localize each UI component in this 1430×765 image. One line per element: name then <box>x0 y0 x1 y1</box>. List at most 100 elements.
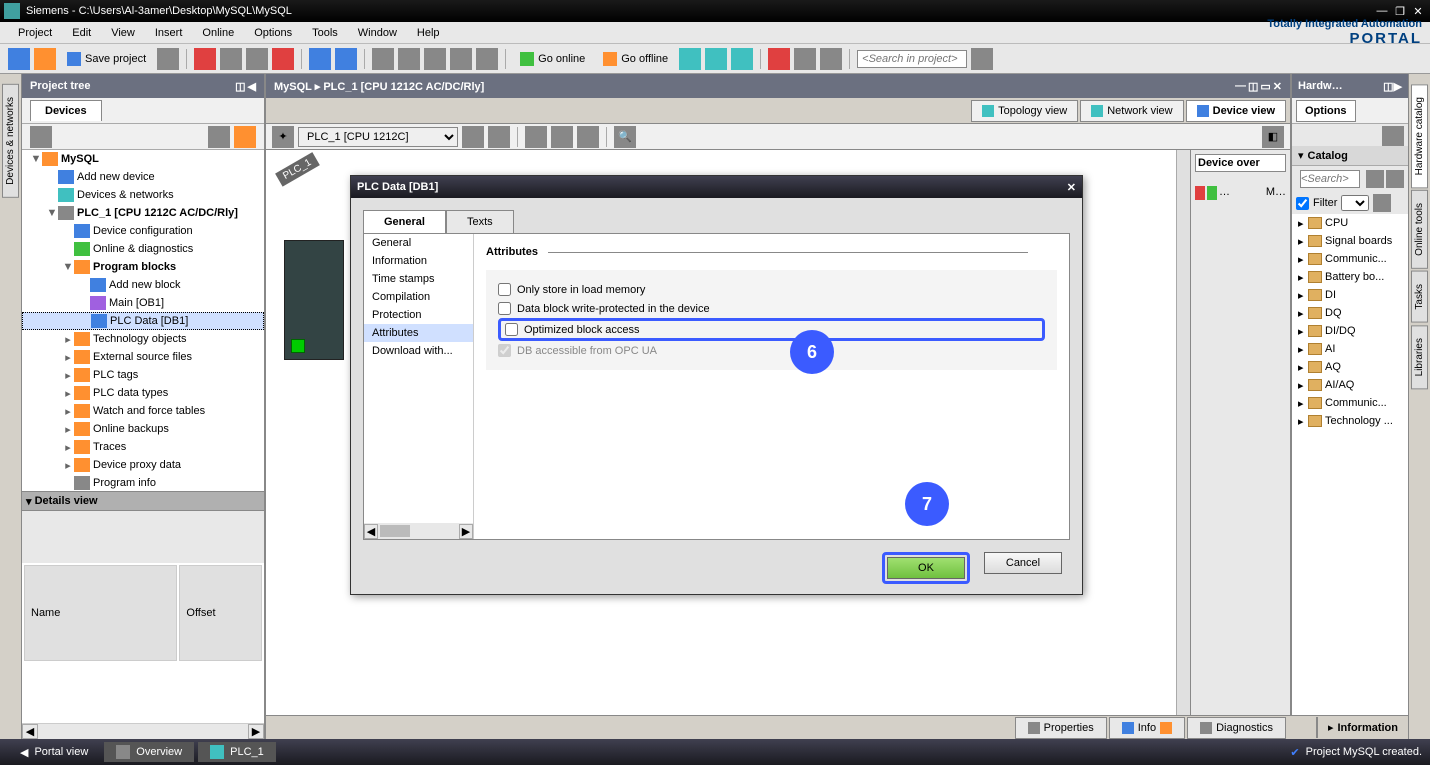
checkbox[interactable] <box>498 283 511 296</box>
tree-item[interactable]: Main [OB1] <box>22 294 264 312</box>
catalog-item[interactable]: ▸CPU <box>1292 214 1408 232</box>
accessible-devices-icon[interactable] <box>679 48 701 70</box>
tree-btn-2-icon[interactable] <box>208 126 230 148</box>
tree-btn-1-icon[interactable] <box>30 126 52 148</box>
compile-icon[interactable] <box>372 48 394 70</box>
scroll-right-icon[interactable]: ▶ <box>248 724 264 739</box>
tab-topology-view[interactable]: Topology view <box>971 100 1078 122</box>
nav-item-general[interactable]: General <box>364 234 473 252</box>
redo-icon[interactable] <box>335 48 357 70</box>
tree-item[interactable]: ▸Online backups <box>22 420 264 438</box>
col-offset[interactable]: Offset <box>179 565 262 661</box>
catalog-tree[interactable]: ▸CPU▸Signal boards▸Communic...▸Battery b… <box>1292 214 1408 723</box>
min-pane-icon[interactable]: — <box>1235 80 1246 93</box>
close-pane-icon[interactable]: ✕ <box>1273 80 1282 93</box>
max-pane-icon[interactable]: ▭ <box>1260 80 1270 93</box>
tree-item[interactable]: Add new device <box>22 168 264 186</box>
catalog-item[interactable]: ▸AI <box>1292 340 1408 358</box>
hmi-sim-icon[interactable] <box>476 48 498 70</box>
dev-btn-2-icon[interactable] <box>488 126 510 148</box>
checkbox-row[interactable]: Data block write-protected in the device <box>498 299 1045 318</box>
tab-device-view[interactable]: Device view <box>1186 100 1286 122</box>
catalog-item[interactable]: ▸AQ <box>1292 358 1408 376</box>
ok-button[interactable]: OK <box>887 557 965 579</box>
tree-item[interactable]: ▸Device proxy data <box>22 456 264 474</box>
tree-item[interactable]: ▸External source files <box>22 348 264 366</box>
cut-icon[interactable] <box>194 48 216 70</box>
nav-scroll-left-icon[interactable]: ◀ <box>364 524 378 539</box>
tree-item[interactable]: ▸Technology objects <box>22 330 264 348</box>
undo-icon[interactable] <box>309 48 331 70</box>
tab-diagnostics[interactable]: Diagnostics <box>1187 717 1286 739</box>
tab-general[interactable]: General <box>363 210 446 234</box>
delete-icon[interactable] <box>272 48 294 70</box>
tree-item[interactable]: ▸PLC tags <box>22 366 264 384</box>
minimize-icon[interactable]: — <box>1374 4 1390 18</box>
float-icon[interactable]: ◫ <box>1383 80 1393 93</box>
close-icon[interactable]: ✕ <box>1067 181 1076 194</box>
tree-item[interactable]: ▼Program blocks <box>22 258 264 276</box>
go-offline-button[interactable]: Go offline <box>596 49 675 69</box>
search-down-icon[interactable] <box>1366 170 1384 188</box>
print-icon[interactable] <box>157 48 179 70</box>
float-icon[interactable]: ◫ <box>235 80 245 93</box>
save-project-button[interactable]: Save project <box>60 49 153 69</box>
maximize-icon[interactable]: ❐ <box>1392 4 1408 18</box>
simulation-icon[interactable] <box>450 48 472 70</box>
float-pane-icon[interactable]: ◫ <box>1248 80 1258 93</box>
tree-item[interactable]: Add new block <box>22 276 264 294</box>
nav-item-time-stamps[interactable]: Time stamps <box>364 270 473 288</box>
split-h-icon[interactable] <box>794 48 816 70</box>
plc1-button[interactable]: PLC_1 <box>198 742 276 762</box>
checkbox-row[interactable]: Optimized block access <box>498 318 1045 341</box>
download-icon[interactable] <box>398 48 420 70</box>
menu-project[interactable]: Project <box>8 25 62 41</box>
nav-item-information[interactable]: Information <box>364 252 473 270</box>
tab-info[interactable]: Info <box>1109 717 1185 739</box>
tab-information[interactable]: ▸ Information <box>1316 717 1408 738</box>
nav-item-protection[interactable]: Protection <box>364 306 473 324</box>
scroll-left-icon[interactable]: ◀ <box>22 724 38 739</box>
cross-ref-icon[interactable] <box>768 48 790 70</box>
dialog-title-bar[interactable]: PLC Data [DB1] ✕ <box>351 176 1082 198</box>
new-project-icon[interactable] <box>8 48 30 70</box>
paste-icon[interactable] <box>246 48 268 70</box>
close-icon[interactable]: ✕ <box>1410 4 1426 18</box>
catalog-search-input[interactable] <box>1300 170 1360 188</box>
vtab-devices-networks[interactable]: Devices & networks <box>2 84 19 198</box>
device-select[interactable]: PLC_1 [CPU 1212C] <box>298 127 458 147</box>
dev-btn-4-icon[interactable] <box>551 126 573 148</box>
tree-item[interactable]: ▸Traces <box>22 438 264 456</box>
stop-cpu-icon[interactable] <box>731 48 753 70</box>
catalog-btn-icon[interactable] <box>1382 126 1404 148</box>
go-online-button[interactable]: Go online <box>513 49 592 69</box>
menu-help[interactable]: Help <box>407 25 450 41</box>
search-input[interactable] <box>857 50 967 68</box>
tree-item[interactable]: PLC Data [DB1] <box>22 312 264 330</box>
nav-scroll-right-icon[interactable]: ▶ <box>459 524 473 539</box>
tree-item[interactable]: ▼MySQL <box>22 150 264 168</box>
menu-options[interactable]: Options <box>244 25 302 41</box>
menu-window[interactable]: Window <box>348 25 407 41</box>
catalog-item[interactable]: ▸Technology ... <box>1292 412 1408 430</box>
project-tree[interactable]: ▼MySQLAdd new deviceDevices & networks▼P… <box>22 150 264 491</box>
search-go-icon[interactable] <box>971 48 993 70</box>
vtab-online-tools[interactable]: Online tools <box>1411 190 1428 269</box>
dev-btn-3-icon[interactable] <box>525 126 547 148</box>
plc-port-icon[interactable] <box>291 339 305 353</box>
tab-texts[interactable]: Texts <box>446 210 514 234</box>
portal-view-button[interactable]: ◀ Portal view <box>8 743 100 762</box>
collapse-icon[interactable]: ▶ <box>1394 80 1402 93</box>
catalog-item[interactable]: ▸DQ <box>1292 304 1408 322</box>
catalog-section[interactable]: ▾ Catalog <box>1292 146 1408 166</box>
nav-item-download-with-[interactable]: Download with... <box>364 342 473 360</box>
zoom-icon[interactable]: 🔍 <box>614 126 636 148</box>
collapse-left-icon[interactable]: ◀ <box>248 80 256 93</box>
tree-item[interactable]: Online & diagnostics <box>22 240 264 258</box>
menu-insert[interactable]: Insert <box>145 25 193 41</box>
tree-item[interactable]: ▸Watch and force tables <box>22 402 264 420</box>
vscrollbar[interactable] <box>1176 150 1190 717</box>
catalog-item[interactable]: ▸AI/AQ <box>1292 376 1408 394</box>
catalog-item[interactable]: ▸Communic... <box>1292 394 1408 412</box>
nav-item-compilation[interactable]: Compilation <box>364 288 473 306</box>
